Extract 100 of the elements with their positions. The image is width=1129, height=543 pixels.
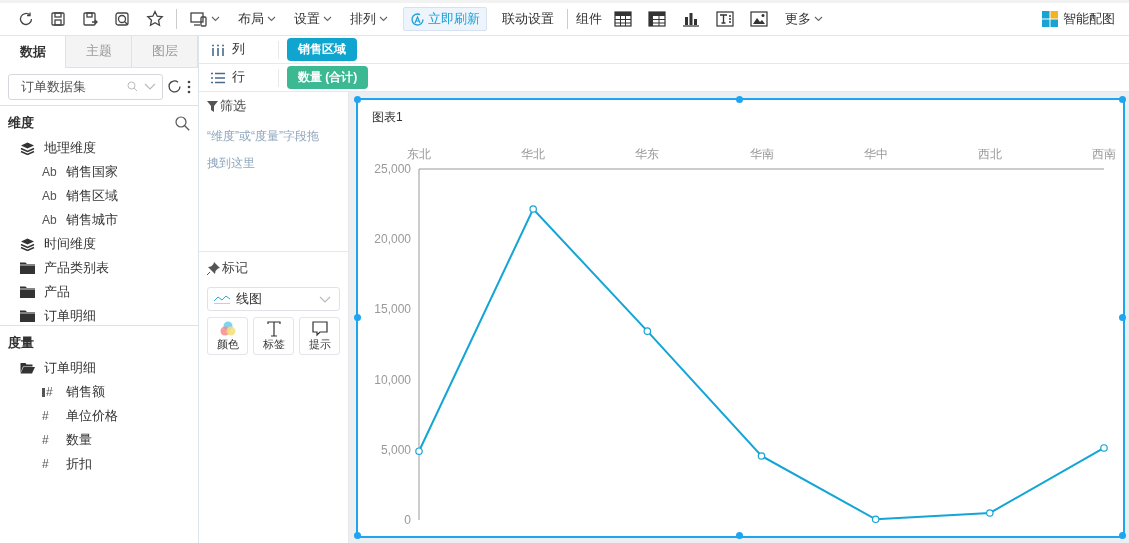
auto-refresh-icon [410, 11, 425, 27]
bar-chart-icon[interactable] [682, 11, 700, 27]
x-axis-label: 东北 [407, 147, 431, 161]
chart-type-select[interactable]: 线图 [207, 287, 340, 311]
caret-icon [267, 16, 276, 22]
menu-button[interactable]: 排列 [341, 10, 397, 28]
y-axis-label: 0 [404, 513, 411, 527]
resize-handle[interactable] [1118, 95, 1126, 103]
color-circles-icon [219, 320, 236, 337]
shelf-label: 列 [232, 41, 245, 58]
columns-icon [211, 43, 225, 56]
y-axis-label: 5,000 [380, 442, 411, 457]
chevron-down-icon [319, 295, 331, 303]
folder-icon [20, 286, 35, 298]
marks-heading: 标记 [222, 260, 248, 277]
y-axis-label: 15,000 [374, 302, 411, 317]
field-type-glyph: Ab [42, 189, 57, 203]
chevron-down-icon [144, 83, 156, 90]
tree-item[interactable]: 产品类别表 [0, 256, 198, 280]
tree-item[interactable]: 地理维度 [0, 136, 198, 160]
mark-property-button[interactable]: 标签 [253, 317, 294, 355]
data-point [986, 509, 994, 517]
components-label: 组件 [575, 10, 603, 28]
linkage-settings-button[interactable]: 联动设置 [493, 10, 563, 28]
x-axis-label: 华东 [635, 147, 660, 161]
sidebar-tab[interactable]: 数据 [0, 36, 66, 68]
y-axis-label: 25,000 [374, 162, 411, 176]
field-type-glyph: Ab [42, 165, 57, 179]
search-icon[interactable] [175, 115, 190, 131]
section-heading: 维度 [8, 114, 34, 132]
resize-handle[interactable] [353, 95, 361, 103]
mark-property-button[interactable]: 颜色 [207, 317, 248, 355]
star-icon[interactable] [146, 10, 164, 28]
resize-handle[interactable] [1118, 531, 1126, 539]
pin-icon [207, 262, 220, 275]
filter-heading: 筛选 [220, 98, 246, 115]
data-point [1100, 444, 1108, 452]
funnel-icon [207, 101, 218, 112]
refresh-icon[interactable] [18, 11, 34, 27]
image-icon[interactable] [750, 11, 768, 27]
x-axis-label: 华中 [863, 147, 888, 161]
tree-item[interactable]: Ab 销售区域 [0, 184, 198, 208]
data-point [529, 205, 537, 213]
layers-icon [20, 141, 35, 155]
field-type-glyph: Ab [42, 213, 57, 227]
x-axis-label: 西南 [1092, 147, 1116, 161]
resize-handle[interactable] [736, 95, 743, 103]
y-axis-label: 10,000 [374, 372, 411, 387]
field-type-glyph: # [42, 409, 49, 423]
refresh-icon[interactable] [167, 79, 182, 94]
text-icon [266, 320, 281, 337]
save-icon[interactable] [50, 11, 66, 27]
more-options-icon[interactable] [186, 79, 192, 94]
field-type-glyph: # [46, 385, 53, 399]
tree-item[interactable]: # 折扣 [0, 452, 198, 476]
text-box-icon[interactable] [716, 11, 734, 27]
resize-handle[interactable] [736, 531, 743, 539]
data-point [871, 515, 880, 524]
tree-item[interactable]: # 单位价格 [0, 404, 198, 428]
tree-item[interactable]: 订单明细 [0, 356, 198, 380]
data-point [757, 452, 766, 460]
resize-handle[interactable] [353, 531, 361, 539]
x-axis-label: 华南 [749, 147, 774, 161]
filter-drop-hint: “维度”或“度量”字段拖拽到这里 [207, 128, 320, 172]
tree-item[interactable]: 订单明细 [0, 304, 198, 325]
menu-button[interactable]: 设置 [285, 10, 341, 28]
tree-item[interactable]: 时间维度 [0, 232, 198, 256]
list-icon [211, 71, 225, 84]
search-icon [127, 81, 138, 92]
preview-icon[interactable] [114, 11, 130, 27]
layers-icon [20, 237, 35, 251]
folder-icon [20, 310, 35, 322]
speech-bubble-icon [311, 320, 328, 337]
resize-handle[interactable] [1118, 313, 1126, 321]
data-point [643, 327, 652, 335]
y-axis-label: 20,000 [374, 232, 411, 247]
more-menu[interactable]: 更多 [776, 10, 832, 28]
tiles-icon [1042, 11, 1058, 27]
crosstab-icon[interactable] [648, 11, 666, 27]
open-folder-icon [20, 362, 35, 374]
resize-handle[interactable] [353, 313, 361, 321]
save-as-icon[interactable] [82, 11, 98, 27]
table-icon[interactable] [614, 11, 632, 27]
tree-item[interactable]: # 销售额 [0, 380, 198, 404]
caret-icon [323, 16, 332, 22]
caret-icon [814, 16, 823, 22]
data-point [415, 447, 423, 455]
tree-item[interactable]: Ab 销售国家 [0, 160, 198, 184]
tree-item[interactable]: 产品 [0, 280, 198, 304]
caret-icon [211, 16, 220, 22]
tree-item[interactable]: Ab 销售城市 [0, 208, 198, 232]
smart-chart-button[interactable]: 智能配图 [1036, 9, 1121, 29]
tree-item[interactable]: # 数量 [0, 428, 198, 452]
device-icon[interactable] [190, 11, 208, 27]
dataset-select[interactable]: 订单数据集 [8, 73, 163, 100]
field-type-glyph: # [42, 457, 49, 471]
x-axis-label: 华北 [521, 147, 546, 161]
menu-button[interactable]: 布局 [229, 10, 285, 28]
mark-property-button[interactable]: 提示 [299, 317, 340, 355]
section-heading: 度量 [8, 334, 34, 352]
